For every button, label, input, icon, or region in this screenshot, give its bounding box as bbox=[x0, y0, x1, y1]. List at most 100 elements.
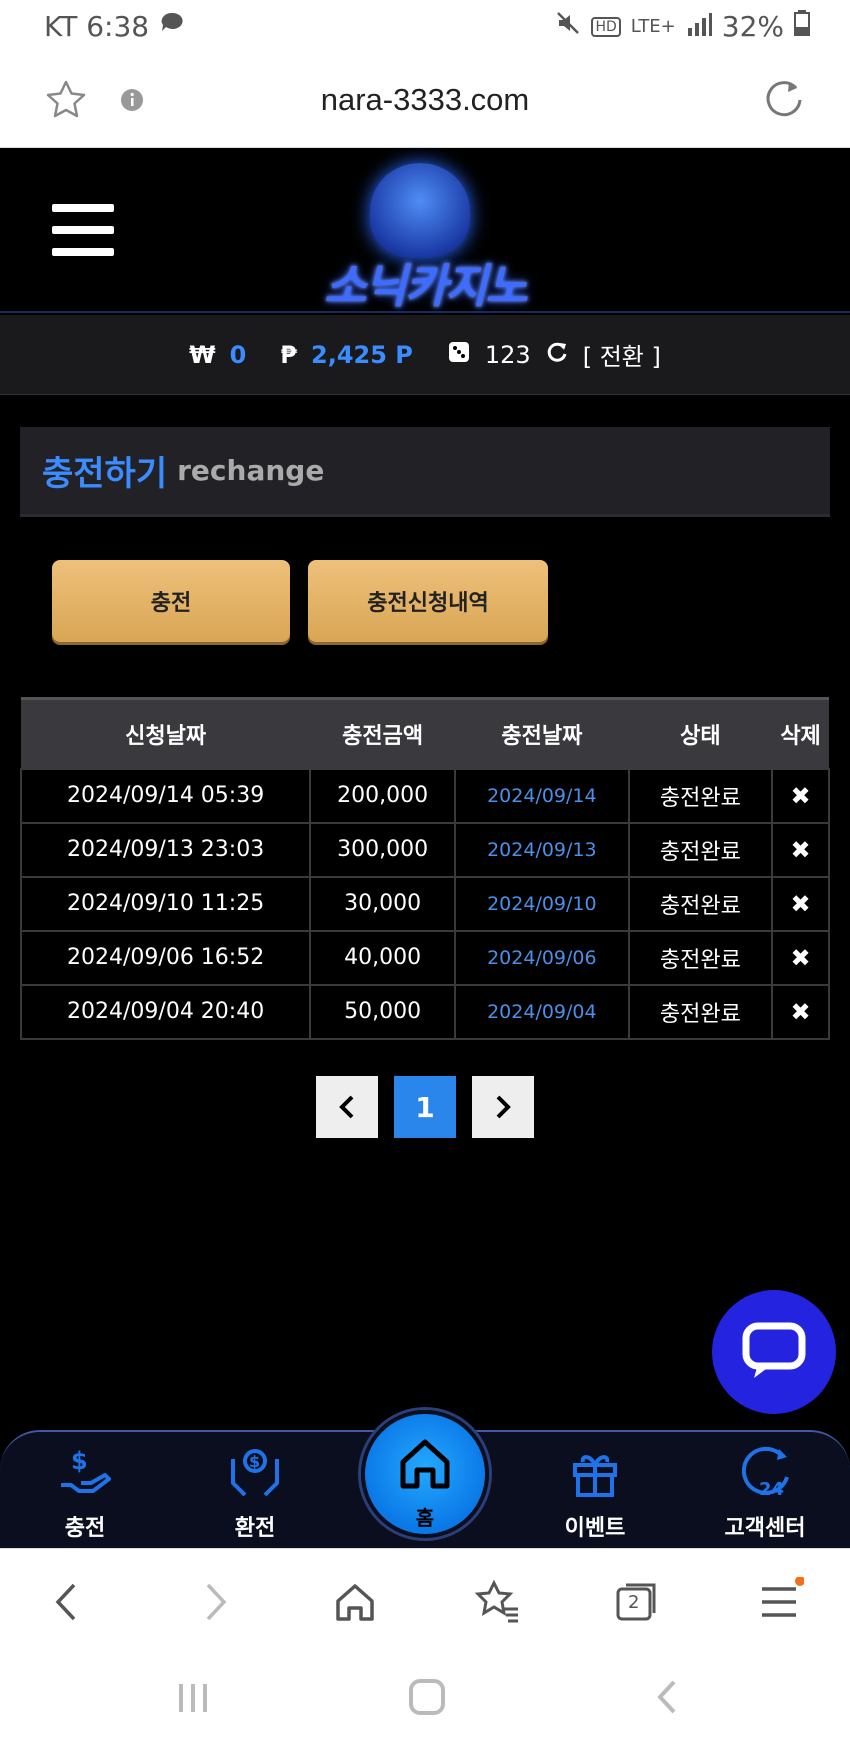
dice-icon bbox=[447, 340, 471, 370]
nav-event-label: 이벤트 bbox=[564, 1516, 626, 1541]
col-charge-date: 충전날짜 bbox=[455, 697, 629, 769]
request-date: 2024/09/13 23:03 bbox=[19, 821, 312, 878]
point-icon: ₱ bbox=[280, 340, 298, 369]
balance-bar: ₩ 0 ₱ 2,425 P 123 [ 전환 ] bbox=[0, 315, 850, 395]
chat-button[interactable] bbox=[712, 1290, 836, 1414]
nav-home[interactable]: 홈 bbox=[361, 1410, 489, 1538]
request-date: 2024/09/10 11:25 bbox=[19, 875, 312, 932]
svg-text:$: $ bbox=[71, 1447, 88, 1475]
system-home-icon[interactable] bbox=[408, 1678, 446, 1720]
prev-page-button[interactable] bbox=[316, 1076, 378, 1138]
nav-support-label: 고객센터 bbox=[724, 1516, 806, 1541]
system-back-icon[interactable] bbox=[650, 1678, 686, 1720]
status: 충전완료 bbox=[627, 821, 774, 878]
status: 충전완료 bbox=[627, 983, 774, 1040]
charge-date: 2024/09/13 bbox=[454, 821, 630, 878]
delete-icon[interactable]: ✖ bbox=[771, 767, 830, 824]
nav-support[interactable]: 24 고객센터 bbox=[700, 1442, 830, 1542]
amount: 50,000 bbox=[309, 983, 456, 1040]
menu-icon[interactable] bbox=[52, 204, 114, 256]
delete-icon[interactable]: ✖ bbox=[771, 821, 830, 878]
charge-history-button[interactable]: 충전신청내역 bbox=[308, 560, 548, 642]
status: 충전완료 bbox=[627, 767, 774, 824]
amount: 300,000 bbox=[309, 821, 456, 878]
charge-button[interactable]: 충전 bbox=[52, 560, 290, 642]
pagination: 1 bbox=[0, 1076, 850, 1138]
bookmarks-icon[interactable] bbox=[472, 1577, 522, 1627]
reload-icon[interactable] bbox=[762, 78, 806, 126]
request-date: 2024/09/04 20:40 bbox=[19, 983, 312, 1040]
site-logo[interactable]: 소닉카지노 bbox=[300, 158, 550, 313]
battery-percent: 32% bbox=[721, 10, 784, 43]
mute-icon bbox=[555, 10, 581, 43]
next-page-button[interactable] bbox=[472, 1076, 534, 1138]
won-icon: ₩ bbox=[189, 340, 216, 369]
mascot-image bbox=[370, 163, 470, 258]
home-icon bbox=[400, 1439, 450, 1489]
logo-text: 소닉카지노 bbox=[324, 259, 528, 313]
browser-home-icon[interactable] bbox=[330, 1577, 380, 1627]
url-text[interactable]: nara-3333.com bbox=[0, 82, 850, 118]
hd-icon: HD bbox=[591, 16, 621, 37]
amount: 30,000 bbox=[309, 875, 456, 932]
page-title-en: rechange bbox=[177, 454, 325, 487]
nav-event[interactable]: 이벤트 bbox=[530, 1442, 660, 1542]
status: 충전완료 bbox=[627, 929, 774, 986]
nav-charge-label: 충전 bbox=[64, 1516, 106, 1541]
charge-date: 2024/09/04 bbox=[454, 983, 630, 1040]
table-row: 2024/09/04 20:40 50,000 2024/09/04 충전완료 … bbox=[19, 983, 830, 1040]
browser-menu-icon[interactable] bbox=[754, 1576, 805, 1627]
page-title-ko: 충전하기 bbox=[42, 454, 168, 494]
message-icon bbox=[159, 10, 185, 43]
site-header: 소닉카지노 bbox=[0, 148, 850, 313]
switch-button[interactable]: [ 전환 ] bbox=[583, 337, 661, 372]
exchange-hands-icon: $ bbox=[190, 1442, 320, 1504]
nav-home-label: 홈 bbox=[415, 1506, 435, 1530]
table-row: 2024/09/10 11:25 30,000 2024/09/10 충전완료 … bbox=[19, 875, 830, 932]
charge-date: 2024/09/06 bbox=[454, 929, 630, 986]
amount: 200,000 bbox=[309, 767, 456, 824]
charge-history-table: 신청날짜 충전금액 충전날짜 상태 삭제 2024/09/14 05:39 20… bbox=[19, 697, 830, 1040]
chip-count: 123 bbox=[484, 340, 531, 369]
status-bar: KT 6:38 HD LTE+ 32% bbox=[0, 0, 850, 52]
point-balance: 2,425 P bbox=[311, 340, 413, 369]
forward-icon[interactable] bbox=[190, 1577, 240, 1627]
page-number-button[interactable]: 1 bbox=[394, 1076, 456, 1138]
nav-charge[interactable]: $ 충전 bbox=[20, 1442, 150, 1542]
network-type: LTE+ bbox=[630, 16, 676, 37]
status: 충전완료 bbox=[627, 875, 774, 932]
col-request-date: 신청날짜 bbox=[21, 697, 311, 769]
system-nav-bar bbox=[0, 1652, 850, 1747]
browser-toolbar: 2 bbox=[0, 1548, 850, 1652]
table-header-row: 신청날짜 충전금액 충전날짜 상태 삭제 bbox=[21, 697, 829, 769]
col-delete: 삭제 bbox=[772, 697, 829, 769]
page-title: 충전하기 rechange bbox=[20, 427, 830, 517]
request-date: 2024/09/14 05:39 bbox=[19, 767, 312, 824]
table-row: 2024/09/06 16:52 40,000 2024/09/06 충전완료 … bbox=[19, 929, 830, 986]
gift-icon bbox=[530, 1442, 660, 1504]
nav-exchange[interactable]: $ 환전 bbox=[190, 1442, 320, 1542]
tabs-count: 2 bbox=[628, 1592, 640, 1613]
delete-icon[interactable]: ✖ bbox=[771, 929, 830, 986]
back-icon[interactable] bbox=[44, 1577, 94, 1627]
svg-text:24: 24 bbox=[759, 1479, 784, 1500]
url-bar: nara-3333.com bbox=[0, 52, 850, 148]
charge-date: 2024/09/14 bbox=[454, 767, 630, 824]
recent-apps-icon[interactable] bbox=[175, 1680, 211, 1720]
delete-icon[interactable]: ✖ bbox=[771, 875, 830, 932]
svg-text:$: $ bbox=[249, 1452, 260, 1471]
won-balance: 0 bbox=[229, 340, 247, 369]
refresh-icon[interactable] bbox=[545, 340, 569, 370]
amount: 40,000 bbox=[309, 929, 456, 986]
signal-icon bbox=[686, 10, 712, 43]
support-24-icon: 24 bbox=[700, 1442, 830, 1504]
delete-icon[interactable]: ✖ bbox=[771, 983, 830, 1040]
nav-exchange-label: 환전 bbox=[234, 1516, 276, 1541]
chat-icon bbox=[742, 1322, 806, 1378]
charge-date: 2024/09/10 bbox=[454, 875, 630, 932]
carrier-time: KT 6:38 bbox=[44, 10, 150, 43]
charge-hand-icon: $ bbox=[20, 1442, 150, 1504]
request-date: 2024/09/06 16:52 bbox=[19, 929, 312, 986]
tabs-icon[interactable]: 2 bbox=[612, 1577, 662, 1627]
table-row: 2024/09/14 05:39 200,000 2024/09/14 충전완료… bbox=[19, 767, 830, 824]
